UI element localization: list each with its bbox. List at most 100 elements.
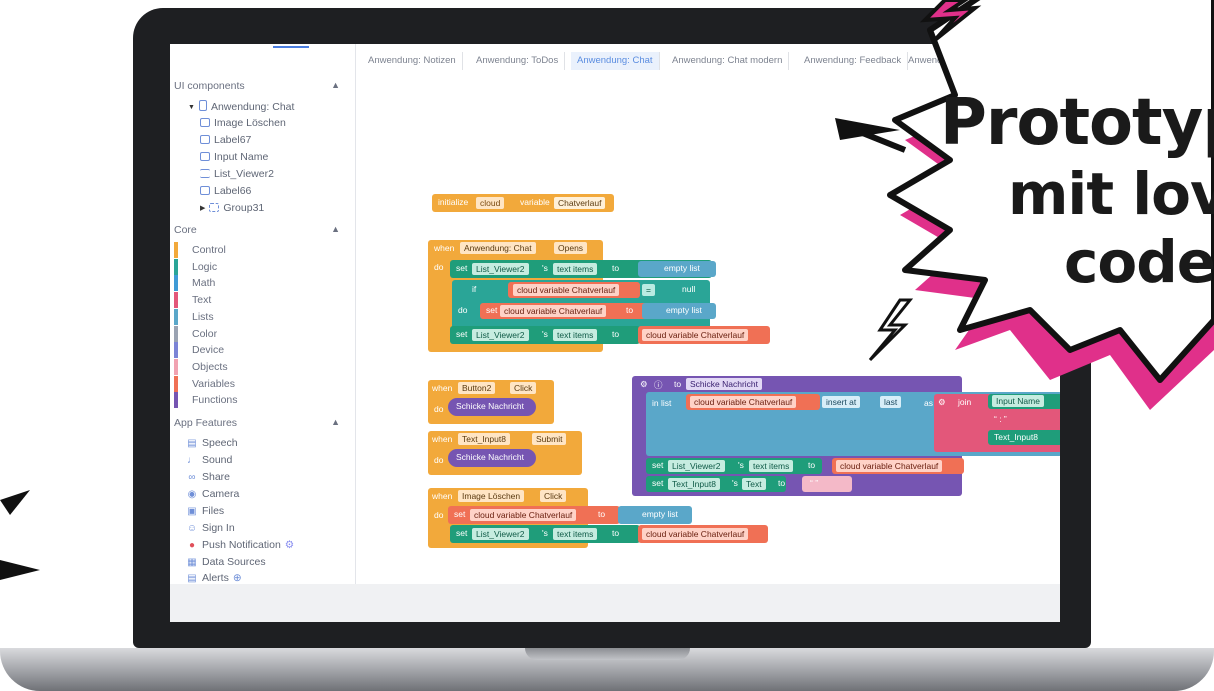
scope-dropdown[interactable]: cloud bbox=[476, 197, 505, 209]
add-icon[interactable]: ⊕ bbox=[233, 572, 242, 584]
chevron-up-icon[interactable]: ▲ bbox=[331, 224, 340, 234]
cloud-variable-block[interactable]: cloud variable Chatverlauf bbox=[686, 394, 820, 410]
core-category-item[interactable]: Math bbox=[174, 275, 344, 292]
caret-down-icon[interactable]: ▼ bbox=[188, 104, 195, 111]
event-dropdown[interactable]: Click bbox=[540, 490, 567, 502]
empty-text-block[interactable]: “ ” bbox=[802, 476, 852, 492]
insert-where-dropdown[interactable]: last bbox=[880, 396, 902, 408]
tab-feed[interactable]: Anwendung: Feed bbox=[902, 52, 993, 70]
section-app-features[interactable]: App Features ▲ bbox=[174, 417, 350, 431]
caret-right-icon[interactable]: ▶ bbox=[200, 204, 205, 212]
input-name-text-block[interactable]: Input Name bbox=[988, 394, 1060, 409]
initialize-block[interactable]: initialize cloud variable Chatverlauf bbox=[432, 194, 614, 212]
empty-list-block[interactable]: empty list bbox=[618, 506, 692, 524]
empty-list-block[interactable]: empty list bbox=[638, 261, 716, 277]
section-ui-components[interactable]: UI components ▲ bbox=[174, 80, 350, 94]
feature-item[interactable]: ♩ Sound bbox=[186, 454, 232, 468]
event-dropdown[interactable]: Click bbox=[510, 382, 537, 394]
event-dropdown[interactable]: Opens bbox=[554, 242, 588, 254]
set-block[interactable]: set Text_Input8 's Text to bbox=[646, 476, 786, 492]
tree-item[interactable]: Label66 bbox=[200, 185, 251, 199]
tree-item[interactable]: Input Name bbox=[200, 151, 268, 165]
tree-item[interactable]: Image Löschen bbox=[200, 117, 286, 131]
insert-position-dropdown[interactable]: insert at bbox=[822, 396, 861, 408]
text-literal-block[interactable]: “ : ” bbox=[988, 412, 1028, 427]
tab-feedback[interactable]: Anwendung: Feedback bbox=[798, 52, 909, 70]
call-procedure-block[interactable]: Schicke Nachricht bbox=[448, 398, 536, 416]
text-literal[interactable]: “ ” bbox=[810, 478, 818, 488]
component-dropdown[interactable]: Button2 bbox=[458, 382, 496, 394]
property-dropdown[interactable]: Text bbox=[742, 478, 766, 490]
variable-dropdown[interactable]: cloud variable Chatverlauf bbox=[690, 396, 797, 408]
set-block[interactable]: set List_Viewer2 's text items to bbox=[450, 525, 640, 543]
target-dropdown[interactable]: List_Viewer2 bbox=[472, 528, 529, 540]
feature-item[interactable]: ☺ Sign In bbox=[186, 522, 235, 536]
chevron-up-icon[interactable]: ▲ bbox=[331, 417, 340, 427]
tab-todos[interactable]: Anwendung: ToDos bbox=[470, 52, 566, 70]
gear-icon[interactable]: ⚙ bbox=[938, 397, 946, 408]
feature-item[interactable]: ● Push Notification ⚙ bbox=[186, 539, 294, 553]
target-dropdown[interactable]: List_Viewer2 bbox=[472, 329, 529, 341]
component-dropdown[interactable]: Text_Input8 bbox=[458, 433, 510, 445]
core-category-item[interactable]: Variables bbox=[174, 375, 344, 392]
variable-dropdown[interactable]: cloud variable Chatverlauf bbox=[836, 460, 943, 472]
tab-chat[interactable]: Anwendung: Chat bbox=[571, 52, 660, 70]
cloud-variable-block[interactable]: cloud variable Chatverlauf bbox=[638, 525, 768, 543]
core-category-item[interactable]: Logic bbox=[174, 258, 344, 275]
event-dropdown[interactable]: Submit bbox=[532, 433, 567, 445]
null-block[interactable]: null bbox=[670, 282, 710, 298]
call-procedure-block[interactable]: Schicke Nachricht bbox=[448, 449, 536, 467]
set-block[interactable]: set List_Viewer2 's text items to bbox=[646, 458, 822, 474]
text-literal[interactable]: “ : ” bbox=[994, 414, 1007, 424]
component-dropdown[interactable]: Image Löschen bbox=[458, 490, 525, 502]
section-core[interactable]: Core ▲ bbox=[174, 224, 350, 238]
tree-item[interactable]: Label67 bbox=[200, 134, 251, 148]
chevron-up-icon[interactable]: ▲ bbox=[331, 80, 340, 90]
tree-root[interactable]: ▼ Anwendung: Chat bbox=[188, 100, 294, 114]
property-dropdown[interactable]: text items bbox=[553, 329, 598, 341]
set-block[interactable]: set List_Viewer2 's text items to bbox=[450, 326, 640, 344]
empty-list-block[interactable]: empty list bbox=[642, 303, 716, 319]
feature-item[interactable]: ◉ Camera bbox=[186, 488, 240, 502]
feature-item[interactable]: ▤ Alerts ⊕ bbox=[186, 572, 242, 584]
gear-icon[interactable]: ⚙ bbox=[640, 379, 648, 390]
help-icon[interactable]: ⓘ bbox=[654, 379, 663, 391]
core-category-item[interactable]: Device bbox=[174, 342, 344, 359]
property-dropdown[interactable]: text items bbox=[749, 460, 794, 472]
gear-icon[interactable]: ⚙ bbox=[285, 539, 294, 551]
core-category-item[interactable]: Control bbox=[174, 242, 344, 258]
variable-dropdown[interactable]: cloud variable Chatverlauf bbox=[642, 528, 749, 540]
component-dropdown[interactable]: Anwendung: Chat bbox=[460, 242, 536, 254]
feature-item[interactable]: ▤ Speech bbox=[186, 437, 237, 451]
core-category-item[interactable]: Functions bbox=[174, 392, 344, 409]
core-category-item[interactable]: Lists bbox=[174, 308, 344, 325]
feature-item[interactable]: ▦ Data Sources bbox=[186, 556, 265, 570]
component-dropdown[interactable]: Input Name bbox=[992, 395, 1044, 407]
property-dropdown[interactable]: text items bbox=[553, 528, 598, 540]
variable-name-field[interactable]: Chatverlauf bbox=[554, 197, 606, 209]
set-variable-block[interactable]: set cloud variable Chatverlauf to bbox=[448, 506, 620, 524]
feature-item[interactable]: ∞ Share bbox=[186, 471, 230, 485]
tree-item[interactable]: List_Viewer2 bbox=[200, 168, 274, 182]
core-category-item[interactable]: Color bbox=[174, 325, 344, 342]
target-dropdown[interactable]: Text_Input8 bbox=[668, 478, 720, 490]
tab-chat-modern[interactable]: Anwendung: Chat modern bbox=[666, 52, 790, 70]
text-input8-text-block[interactable]: Text_Input8 bbox=[988, 430, 1060, 445]
variable-dropdown[interactable]: cloud variable Chatverlauf bbox=[500, 305, 607, 317]
cloud-variable-block[interactable]: cloud variable Chatverlauf bbox=[832, 458, 964, 474]
tree-item[interactable]: ▶ Group31 bbox=[200, 202, 264, 216]
core-category-item[interactable]: Objects bbox=[174, 358, 344, 375]
operator-dropdown[interactable]: = bbox=[642, 284, 655, 296]
core-category-item[interactable]: Text bbox=[174, 292, 344, 309]
target-dropdown[interactable]: List_Viewer2 bbox=[668, 460, 725, 472]
cloud-variable-block[interactable]: cloud variable Chatverlauf bbox=[508, 282, 640, 298]
feature-item[interactable]: ▣ Files bbox=[186, 505, 224, 519]
variable-dropdown[interactable]: cloud variable Chatverlauf bbox=[513, 284, 620, 296]
variable-dropdown[interactable]: cloud variable Chatverlauf bbox=[470, 509, 577, 521]
variable-dropdown[interactable]: cloud variable Chatverlauf bbox=[642, 329, 749, 341]
cloud-variable-block[interactable]: cloud variable Chatverlauf bbox=[638, 326, 770, 344]
tab-notizen[interactable]: Anwendung: Notizen bbox=[362, 52, 463, 70]
procedure-name-field[interactable]: Schicke Nachricht bbox=[686, 378, 763, 390]
property-dropdown[interactable]: text items bbox=[553, 263, 598, 275]
target-dropdown[interactable]: List_Viewer2 bbox=[472, 263, 529, 275]
